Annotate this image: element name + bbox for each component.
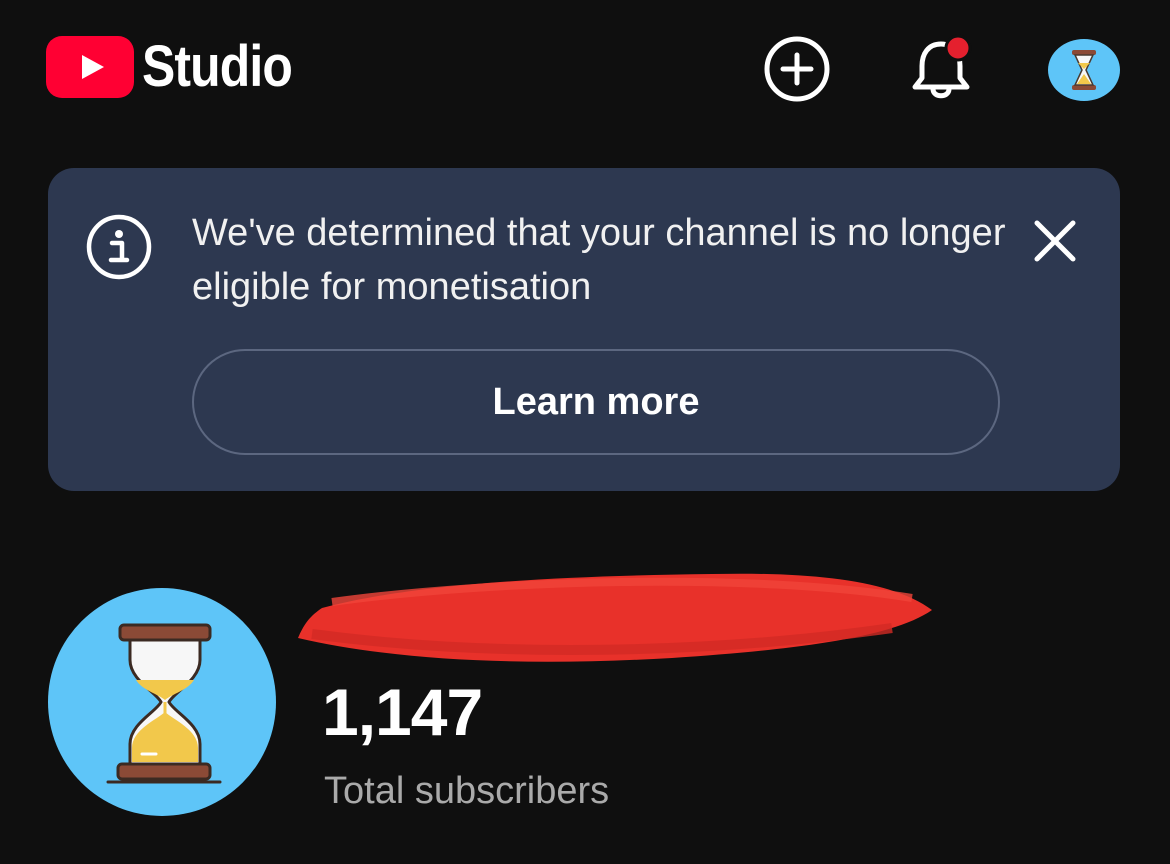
- subscriber-label: Total subscribers: [324, 770, 610, 812]
- info-icon: [86, 214, 152, 280]
- hourglass-icon: [106, 623, 222, 784]
- learn-more-button[interactable]: Learn more: [192, 349, 1000, 455]
- account-avatar-button[interactable]: [1046, 38, 1122, 102]
- notifications-bell-icon: [912, 34, 972, 99]
- close-icon: [1034, 220, 1076, 262]
- create-button[interactable]: [762, 34, 832, 104]
- subscriber-count: 1,147: [322, 675, 483, 749]
- monetisation-alert-banner: We've determined that your channel is no…: [48, 168, 1120, 491]
- youtube-logo-icon: [46, 36, 134, 98]
- studio-app: Studio We've determined that your channe…: [0, 0, 1170, 864]
- account-avatar-hourglass-icon: [1048, 39, 1120, 101]
- youtube-studio-logo[interactable]: Studio: [46, 36, 316, 98]
- brand-text: Studio: [142, 34, 293, 99]
- notifications-button[interactable]: [906, 34, 976, 104]
- channel-avatar[interactable]: [48, 588, 276, 816]
- alert-message: We've determined that your channel is no…: [192, 212, 1006, 308]
- top-app-bar: Studio: [0, 0, 1170, 140]
- channel-name-redaction: [298, 573, 932, 662]
- dismiss-button[interactable]: [1026, 212, 1084, 270]
- create-plus-icon: [764, 36, 830, 102]
